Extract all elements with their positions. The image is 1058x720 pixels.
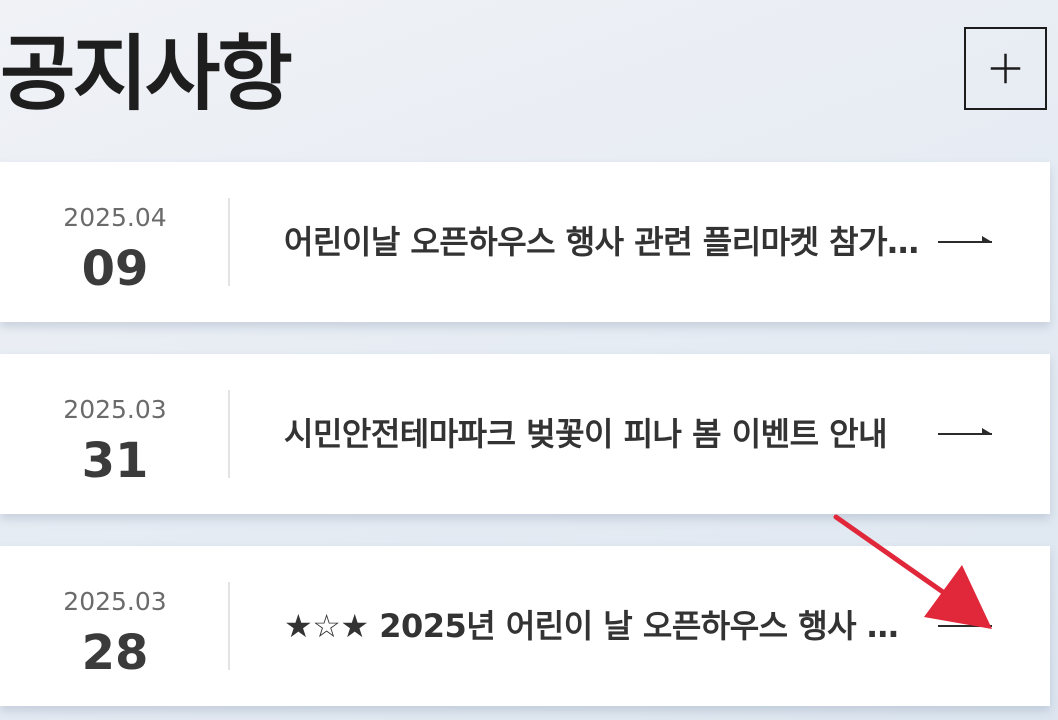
date-divider	[228, 390, 230, 478]
notice-day: 28	[81, 625, 149, 681]
long-arrow-right-icon[interactable]	[936, 614, 994, 638]
notice-year-month: 2025.03	[63, 395, 167, 424]
notice-item[interactable]: 2025.03 28 ★☆★ 2025년 어린이 날 오픈하우스 행사 안내	[0, 546, 1050, 706]
date-divider	[228, 198, 230, 286]
long-arrow-right-icon[interactable]	[936, 230, 994, 254]
notice-year-month: 2025.03	[63, 587, 167, 616]
notice-item[interactable]: 2025.04 09 어린이날 오픈하우스 행사 관련 플리마켓 참가자 모집 …	[0, 162, 1050, 322]
date-divider	[228, 582, 230, 670]
notice-date: 2025.04 09	[0, 162, 230, 322]
notice-title[interactable]: 어린이날 오픈하우스 행사 관련 플리마켓 참가자 모집 안내	[284, 220, 924, 264]
notice-list: 2025.04 09 어린이날 오픈하우스 행사 관련 플리마켓 참가자 모집 …	[0, 0, 1058, 720]
notice-title[interactable]: 시민안전테마파크 벚꽃이 피나 봄 이벤트 안내	[284, 412, 924, 456]
notice-title[interactable]: ★☆★ 2025년 어린이 날 오픈하우스 행사 안내	[284, 604, 924, 648]
long-arrow-right-icon[interactable]	[936, 422, 994, 446]
notice-date: 2025.03 28	[0, 546, 230, 706]
notice-date: 2025.03 31	[0, 354, 230, 514]
notice-year-month: 2025.04	[63, 203, 167, 232]
notice-item[interactable]: 2025.03 31 시민안전테마파크 벚꽃이 피나 봄 이벤트 안내	[0, 354, 1050, 514]
notice-day: 31	[81, 433, 149, 489]
notice-day: 09	[81, 241, 149, 297]
